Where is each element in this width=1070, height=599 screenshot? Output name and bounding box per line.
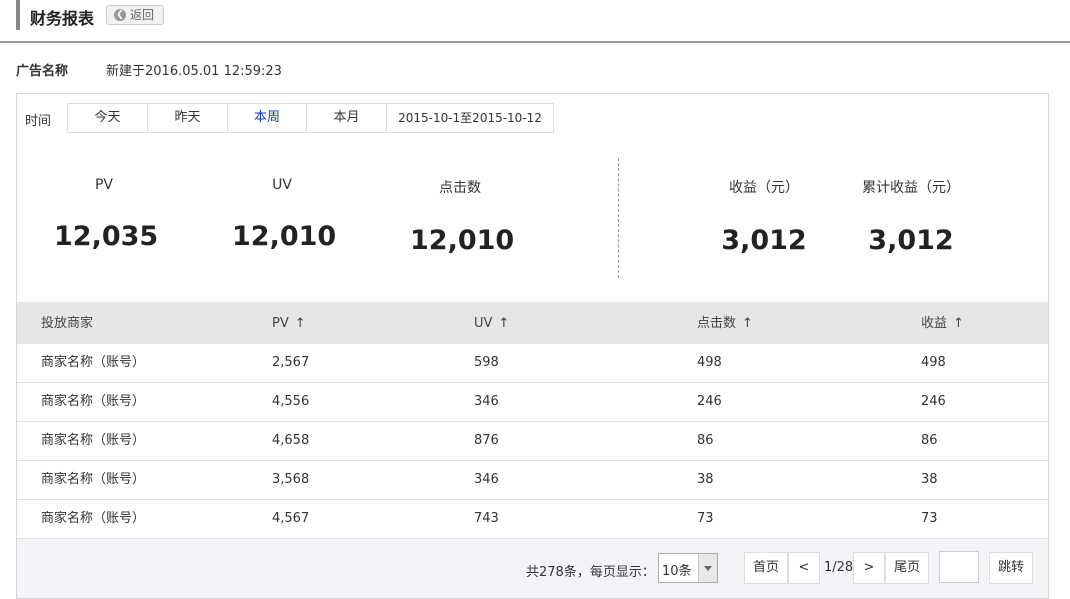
stat-label: 点击数 — [439, 180, 481, 196]
col-header-pv[interactable]: PV ↑ — [272, 302, 306, 346]
cell-merchant: 商家名称（账号） — [41, 394, 146, 409]
table-row: 商家名称（账号） 3,568 346 38 38 — [17, 461, 1048, 500]
stat-pv: PV 12,035 — [54, 177, 159, 252]
col-header-label: PV — [272, 316, 289, 331]
cell-revenue: 498 — [921, 355, 946, 370]
stat-value: 3,012 — [721, 225, 807, 256]
cell-uv: 743 — [474, 511, 499, 526]
merchant-table: 投放商家 PV ↑ UV ↑ 点击数 ↑ 收益 ↑ 商家名称（账号） 2,567 598… — [17, 302, 1048, 539]
stat-value: 12,035 — [54, 221, 159, 252]
report-panel: 时间 今天 昨天 本周 本月 2015-10-1至2015-10-12 PV 1… — [16, 93, 1049, 599]
table-row: 商家名称（账号） 4,567 743 73 73 — [17, 500, 1048, 539]
back-button-label: 返回 — [130, 8, 155, 22]
col-header-label: 点击数 — [697, 316, 737, 331]
cell-uv: 346 — [474, 394, 499, 409]
col-header-clicks[interactable]: 点击数 ↑ — [697, 302, 753, 346]
total-count-text: 共278条，每页显示： — [526, 565, 655, 580]
cell-merchant: 商家名称（账号） — [41, 433, 146, 448]
cell-clicks: 86 — [697, 433, 714, 448]
cell-pv: 3,568 — [272, 472, 310, 487]
tab-this-month[interactable]: 本月 — [307, 104, 387, 132]
stat-uv: UV 12,010 — [232, 177, 337, 252]
time-label: 时间 — [25, 114, 52, 129]
stat-revenue: 收益（元） 3,012 — [704, 177, 824, 256]
table-row: 商家名称（账号） 4,556 346 246 246 — [17, 383, 1048, 422]
chevron-down-icon[interactable] — [698, 554, 717, 582]
cell-merchant: 商家名称（账号） — [41, 355, 146, 370]
cell-revenue: 38 — [921, 472, 938, 487]
cell-merchant: 商家名称（账号） — [41, 472, 146, 487]
stat-value: 12,010 — [232, 221, 337, 252]
next-page-button[interactable]: > — [853, 552, 885, 584]
page-size-value: 10条 — [662, 564, 692, 579]
tab-today[interactable]: 今天 — [68, 104, 148, 132]
col-header-label: UV — [474, 316, 493, 331]
cell-revenue: 73 — [921, 511, 938, 526]
tab-this-week[interactable]: 本周 — [228, 104, 307, 132]
cell-clicks: 73 — [697, 511, 714, 526]
prev-page-button[interactable]: < — [788, 552, 820, 584]
table-header: 投放商家 PV ↑ UV ↑ 点击数 ↑ 收益 ↑ — [17, 302, 1048, 344]
stat-total-revenue: 累计收益（元） 3,012 — [851, 177, 971, 256]
cell-uv: 346 — [474, 472, 499, 487]
stat-label: UV — [272, 177, 292, 193]
sort-arrow-icon[interactable]: ↑ — [295, 316, 306, 331]
stat-value: 3,012 — [868, 225, 954, 256]
cell-uv: 876 — [474, 433, 499, 448]
cell-pv: 4,556 — [272, 394, 310, 409]
pagination-bar: 共278条，每页显示： 10条 首页 < 1/28 > 尾页 跳转 — [17, 539, 1048, 598]
col-header-merchant: 投放商家 — [41, 316, 94, 331]
page-title: 财务报表 — [30, 9, 95, 28]
stat-value: 12,010 — [410, 225, 515, 256]
cell-clicks: 498 — [697, 355, 722, 370]
cell-pv: 2,567 — [272, 355, 310, 370]
stat-clicks: 点击数 12,010 — [410, 177, 515, 256]
table-row: 商家名称（账号） 2,567 598 498 498 — [17, 344, 1048, 383]
ad-created-text: 新建于2016.05.01 12:59:23 — [106, 64, 282, 79]
sort-arrow-icon[interactable]: ↑ — [498, 316, 509, 331]
col-header-revenue[interactable]: 收益 ↑ — [921, 302, 964, 346]
jump-page-input[interactable] — [939, 551, 979, 583]
tab-yesterday[interactable]: 昨天 — [148, 104, 228, 132]
sort-arrow-icon[interactable]: ↑ — [953, 316, 964, 331]
page-size-select[interactable]: 10条 — [658, 553, 718, 583]
jump-button[interactable]: 跳转 — [989, 552, 1033, 584]
header-divider — [0, 41, 1070, 43]
cell-clicks: 246 — [697, 394, 722, 409]
cell-pv: 4,567 — [272, 511, 310, 526]
stat-label: PV — [94, 177, 114, 193]
col-header-uv[interactable]: UV ↑ — [474, 302, 509, 346]
cell-uv: 598 — [474, 355, 499, 370]
last-page-button[interactable]: 尾页 — [885, 552, 929, 584]
tab-date-range[interactable]: 2015-10-1至2015-10-12 — [387, 104, 553, 132]
cell-revenue: 86 — [921, 433, 938, 448]
header-accent-bar — [16, 0, 20, 30]
back-arrow-icon: ❮ — [114, 9, 126, 21]
first-page-button[interactable]: 首页 — [744, 552, 788, 584]
table-row: 商家名称（账号） 4,658 876 86 86 — [17, 422, 1048, 461]
cell-clicks: 38 — [697, 472, 714, 487]
page-info: 1/28 — [824, 560, 854, 575]
stat-label: 累计收益（元） — [862, 180, 960, 196]
ad-name-label: 广告名称 — [16, 64, 69, 79]
page-header: 财务报表 ❮ 返回 — [16, 0, 1070, 30]
stats-divider — [618, 158, 619, 278]
cell-revenue: 246 — [921, 394, 946, 409]
col-header-label: 收益 — [921, 316, 948, 331]
stat-label: 收益（元） — [729, 180, 799, 196]
cell-pv: 4,658 — [272, 433, 310, 448]
sort-arrow-icon[interactable]: ↑ — [742, 316, 753, 331]
cell-merchant: 商家名称（账号） — [41, 511, 146, 526]
time-tabs: 今天 昨天 本周 本月 2015-10-1至2015-10-12 — [67, 103, 554, 133]
back-button[interactable]: ❮ 返回 — [106, 5, 164, 25]
